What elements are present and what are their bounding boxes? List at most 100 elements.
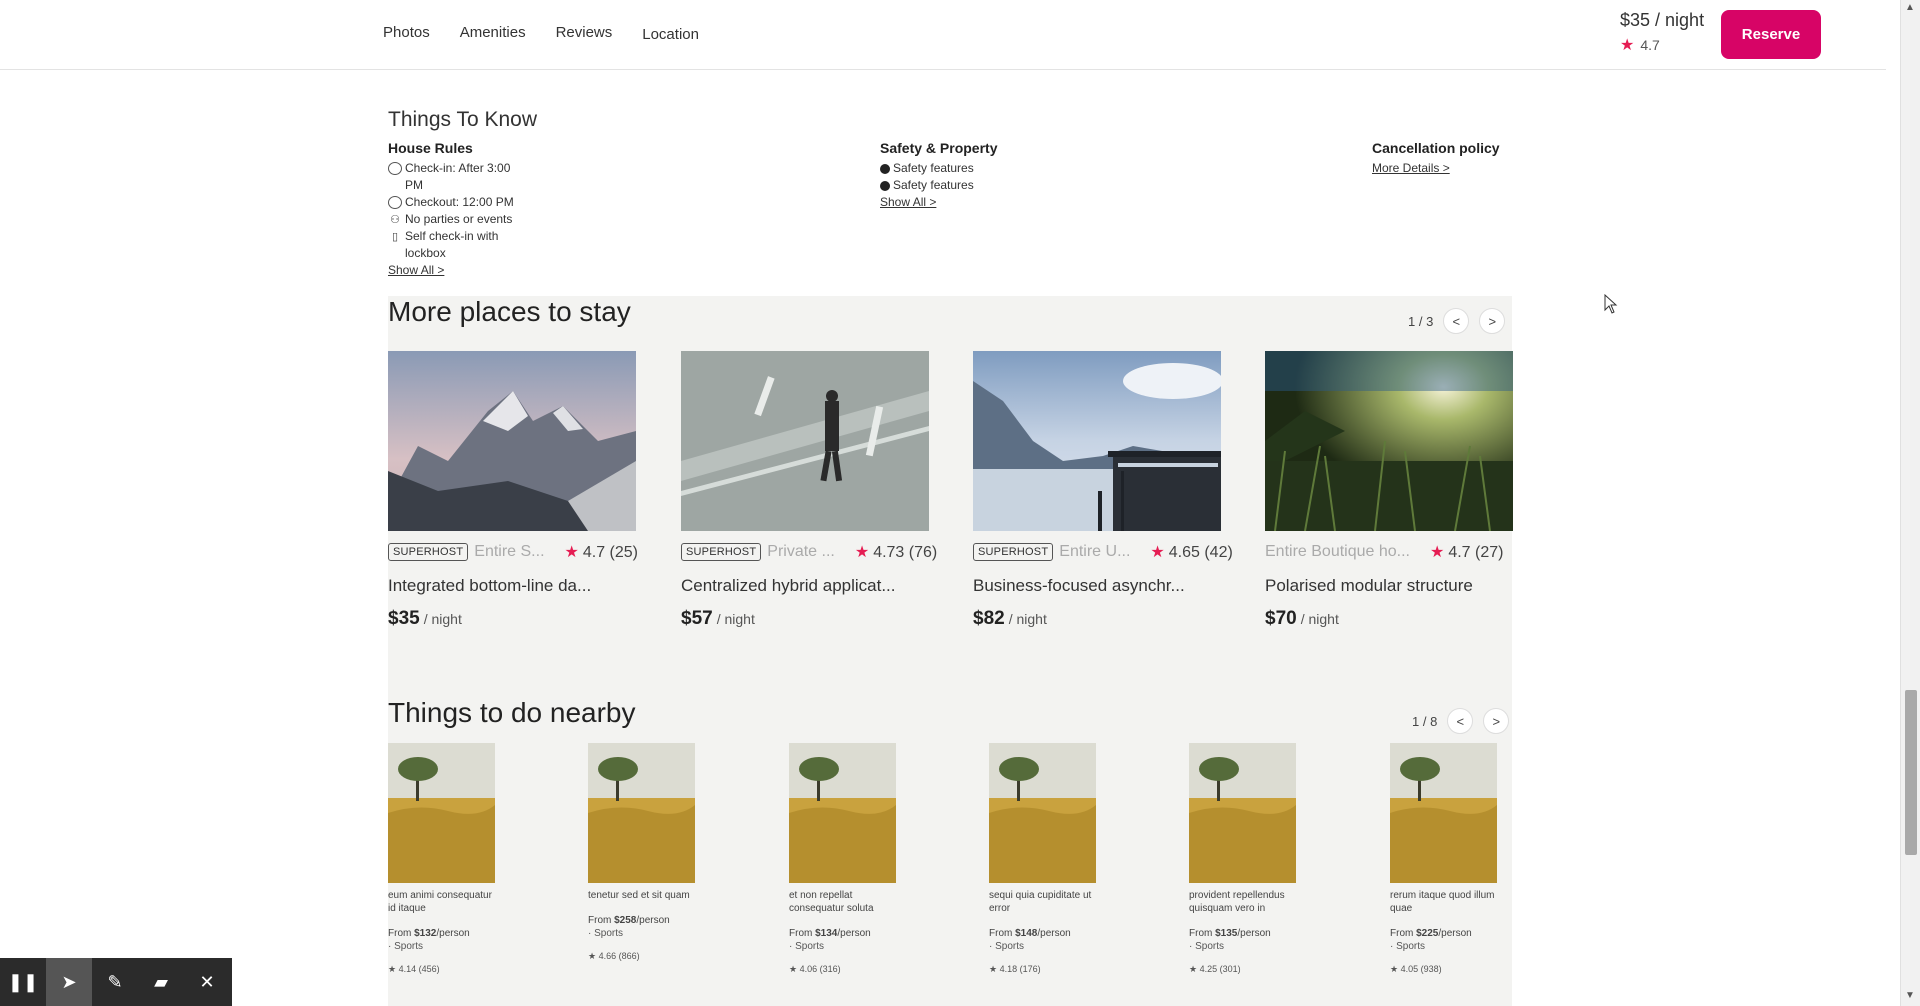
activities-page-indicator: 1 / 8 bbox=[1412, 713, 1438, 729]
place-name[interactable]: Business-focused asynchr... bbox=[973, 576, 1221, 596]
star-icon: ★ bbox=[564, 544, 579, 561]
place-rating: ★ 4.7 (25) bbox=[565, 542, 638, 562]
nav-link-amenities[interactable]: Amenities bbox=[460, 24, 526, 43]
place-meta: Entire Boutique ho... ★ 4.7 (27) bbox=[1265, 542, 1513, 562]
activity-price-unit: /person bbox=[1438, 928, 1472, 939]
activity-card[interactable]: tenetur sed et sit quam From $258/person ·… bbox=[588, 743, 696, 963]
activity-photo-field-tree[interactable] bbox=[989, 743, 1096, 883]
activity-price-unit: /person bbox=[837, 928, 871, 939]
activity-photo-field-tree[interactable] bbox=[1189, 743, 1296, 883]
rule-item: ⚇ No parties or events bbox=[388, 211, 528, 228]
nav-link-reviews[interactable]: Reviews bbox=[556, 24, 613, 43]
activity-price-value: $135 bbox=[1215, 928, 1238, 939]
activity-price-prefix: From bbox=[588, 915, 615, 926]
place-name[interactable]: Centralized hybrid applicat... bbox=[681, 576, 929, 596]
place-card[interactable]: SUPERHOST Entire U... ★ 4.65 (42) Busines… bbox=[973, 351, 1233, 630]
rule-text: Self check-in with lockbox bbox=[405, 229, 499, 260]
page-scrollbar[interactable]: ▲ ▼ bbox=[1900, 0, 1920, 1006]
pen-icon[interactable]: ✎ bbox=[92, 958, 138, 1006]
activities-next-button[interactable]: > bbox=[1483, 708, 1510, 734]
activity-name[interactable]: sequi quia cupiditate ut error bbox=[989, 889, 1097, 915]
activity-rating: ★ 4.18 (176) bbox=[989, 963, 1097, 976]
more-places-title: More places to stay bbox=[388, 296, 631, 327]
top-nav: Photos Amenities Reviews Location $35 / … bbox=[0, 0, 1886, 70]
activity-name[interactable]: et non repellat consequatur soluta bbox=[789, 889, 897, 915]
places-page-indicator: 1 / 3 bbox=[1408, 313, 1434, 329]
place-rating-value: 4.65 (42) bbox=[1168, 544, 1233, 561]
place-type: Private ... bbox=[767, 543, 835, 560]
star-icon: ★ bbox=[1189, 964, 1200, 974]
star-icon: ★ bbox=[388, 964, 399, 974]
activity-photo-field-tree[interactable] bbox=[588, 743, 695, 883]
reserve-button[interactable]: Reserve bbox=[1721, 10, 1821, 59]
place-price-value: $35 bbox=[388, 608, 420, 629]
page: Photos Amenities Reviews Location $35 / … bbox=[0, 0, 1920, 1006]
star-icon: ★ bbox=[588, 951, 599, 961]
star-icon: ★ bbox=[989, 964, 1000, 974]
activities-prev-button[interactable]: < bbox=[1447, 708, 1474, 734]
no-parties-icon: ⚇ bbox=[390, 213, 400, 226]
close-icon[interactable]: ✕ bbox=[184, 958, 230, 1006]
place-name[interactable]: Integrated bottom-line da... bbox=[388, 576, 636, 596]
section-links: Photos Amenities Reviews Location bbox=[383, 24, 699, 43]
activity-name[interactable]: eum animi consequatur id itaque bbox=[388, 889, 496, 915]
activity-photo-field-tree[interactable] bbox=[388, 743, 495, 883]
safety-show-all-link[interactable]: Show All > bbox=[880, 195, 936, 209]
place-rating-value: 4.7 (27) bbox=[1448, 544, 1504, 561]
place-photo-lake-pier[interactable] bbox=[973, 351, 1221, 531]
places-prev-button[interactable]: < bbox=[1443, 308, 1470, 334]
activity-photo-field-tree[interactable] bbox=[789, 743, 896, 883]
activity-price-value: $134 bbox=[815, 928, 838, 939]
activities-pager: 1 / 8 < > bbox=[1412, 708, 1510, 734]
place-card[interactable]: SUPERHOST Private ... ★ 4.73 (76) Central… bbox=[681, 351, 937, 630]
safety-item: Safety features bbox=[880, 177, 1080, 194]
nav-link-location[interactable]: Location bbox=[642, 26, 699, 43]
things-to-know-title: Things To Know bbox=[388, 108, 538, 131]
activity-name[interactable]: rerum itaque quod illum quae bbox=[1390, 889, 1498, 915]
activity-card[interactable]: sequi quia cupiditate ut error From $148/… bbox=[989, 743, 1097, 976]
pointer-icon[interactable]: ➤ bbox=[46, 958, 92, 1006]
nav-link-photos[interactable]: Photos bbox=[383, 24, 430, 43]
place-name[interactable]: Polarised modular structure bbox=[1265, 576, 1513, 596]
cancellation-heading: Cancellation policy bbox=[1372, 140, 1500, 156]
place-price: $70/ night bbox=[1265, 608, 1513, 630]
place-type: Entire U... bbox=[1059, 543, 1131, 560]
scroll-up-icon[interactable]: ▲ bbox=[1905, 2, 1915, 13]
cancellation-more-details-link[interactable]: More Details > bbox=[1372, 161, 1450, 175]
scroll-down-icon[interactable]: ▼ bbox=[1905, 990, 1915, 1001]
place-rating: ★ 4.73 (76) bbox=[855, 542, 937, 562]
activity-card[interactable]: provident repellendus quisquam vero in Fr… bbox=[1189, 743, 1297, 976]
highlighter-icon[interactable]: ▰ bbox=[138, 958, 184, 1006]
price-unit: / night bbox=[1300, 611, 1339, 627]
star-icon: ★ bbox=[1429, 544, 1445, 561]
activity-photo-field-tree[interactable] bbox=[1390, 743, 1497, 883]
activity-card[interactable]: et non repellat consequatur soluta From $… bbox=[789, 743, 897, 976]
house-rules-show-all-link[interactable]: Show All > bbox=[388, 263, 444, 277]
scrollbar-thumb[interactable] bbox=[1905, 690, 1917, 855]
place-card[interactable]: Entire Boutique ho... ★ 4.7 (27) Polarise… bbox=[1265, 351, 1513, 630]
nightly-price: $35 / night bbox=[1620, 10, 1705, 30]
activity-category: · Sports bbox=[388, 941, 424, 952]
activity-name[interactable]: tenetur sed et sit quam bbox=[588, 889, 696, 902]
place-photo-man-walking[interactable] bbox=[681, 351, 929, 531]
safety-item: Safety features bbox=[880, 160, 1080, 177]
price-unit: / night bbox=[716, 611, 755, 627]
star-icon: ★ bbox=[1620, 37, 1635, 54]
price-unit: / night bbox=[423, 611, 462, 627]
info-icon bbox=[880, 164, 890, 174]
place-photo-mountain[interactable] bbox=[388, 351, 636, 531]
place-card[interactable]: SUPERHOST Entire S... ★ 4.7 (25) Integrat… bbox=[388, 351, 638, 630]
activity-name[interactable]: provident repellendus quisquam vero in bbox=[1189, 889, 1297, 915]
place-rating-value: 4.7 (25) bbox=[582, 544, 638, 561]
activity-rating-value: 4.14 (456) bbox=[398, 964, 440, 974]
place-type: Entire Boutique ho... bbox=[1265, 543, 1410, 560]
pause-icon[interactable]: ❚❚ bbox=[0, 958, 46, 1006]
activity-card[interactable]: rerum itaque quod illum quae From $225/pe… bbox=[1390, 743, 1498, 976]
place-photo-grass-sun[interactable] bbox=[1265, 351, 1513, 531]
places-next-button[interactable]: > bbox=[1479, 308, 1506, 334]
activity-price: From $258/person bbox=[588, 914, 696, 927]
place-price-value: $57 bbox=[681, 608, 713, 629]
activity-card[interactable]: eum animi consequatur id itaque From $132… bbox=[388, 743, 496, 976]
place-meta: SUPERHOST Entire S... ★ 4.7 (25) bbox=[388, 542, 638, 562]
superhost-badge: SUPERHOST bbox=[681, 543, 762, 561]
